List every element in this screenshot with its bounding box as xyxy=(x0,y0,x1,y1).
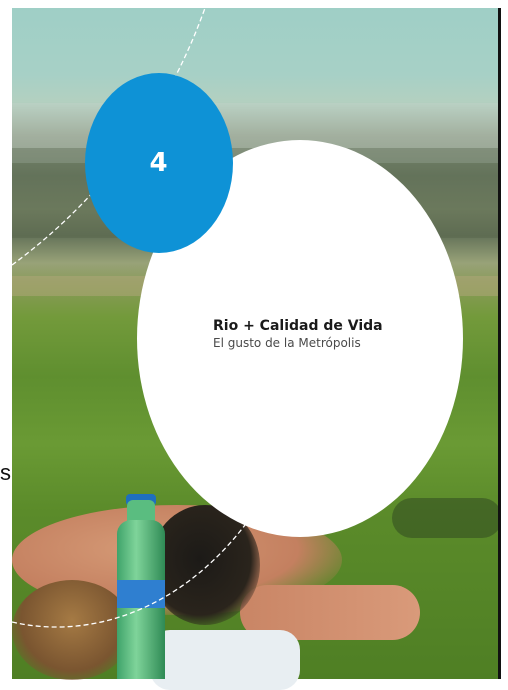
caption-block: Rio + Calidad de Vida El gusto de la Met… xyxy=(213,317,413,351)
caption-title: Rio + Calidad de Vida xyxy=(213,318,383,334)
lower-arc xyxy=(11,524,246,628)
brochure-page: 4 Rio + Calidad de Vida El gusto de la M… xyxy=(0,0,508,690)
section-number: 4 xyxy=(149,148,169,178)
section-number-badge: 4 xyxy=(85,73,233,253)
page-edge-rule xyxy=(498,8,501,679)
caption-subtitle: El gusto de la Metrópolis xyxy=(213,336,361,350)
margin-letter: s xyxy=(0,460,11,485)
